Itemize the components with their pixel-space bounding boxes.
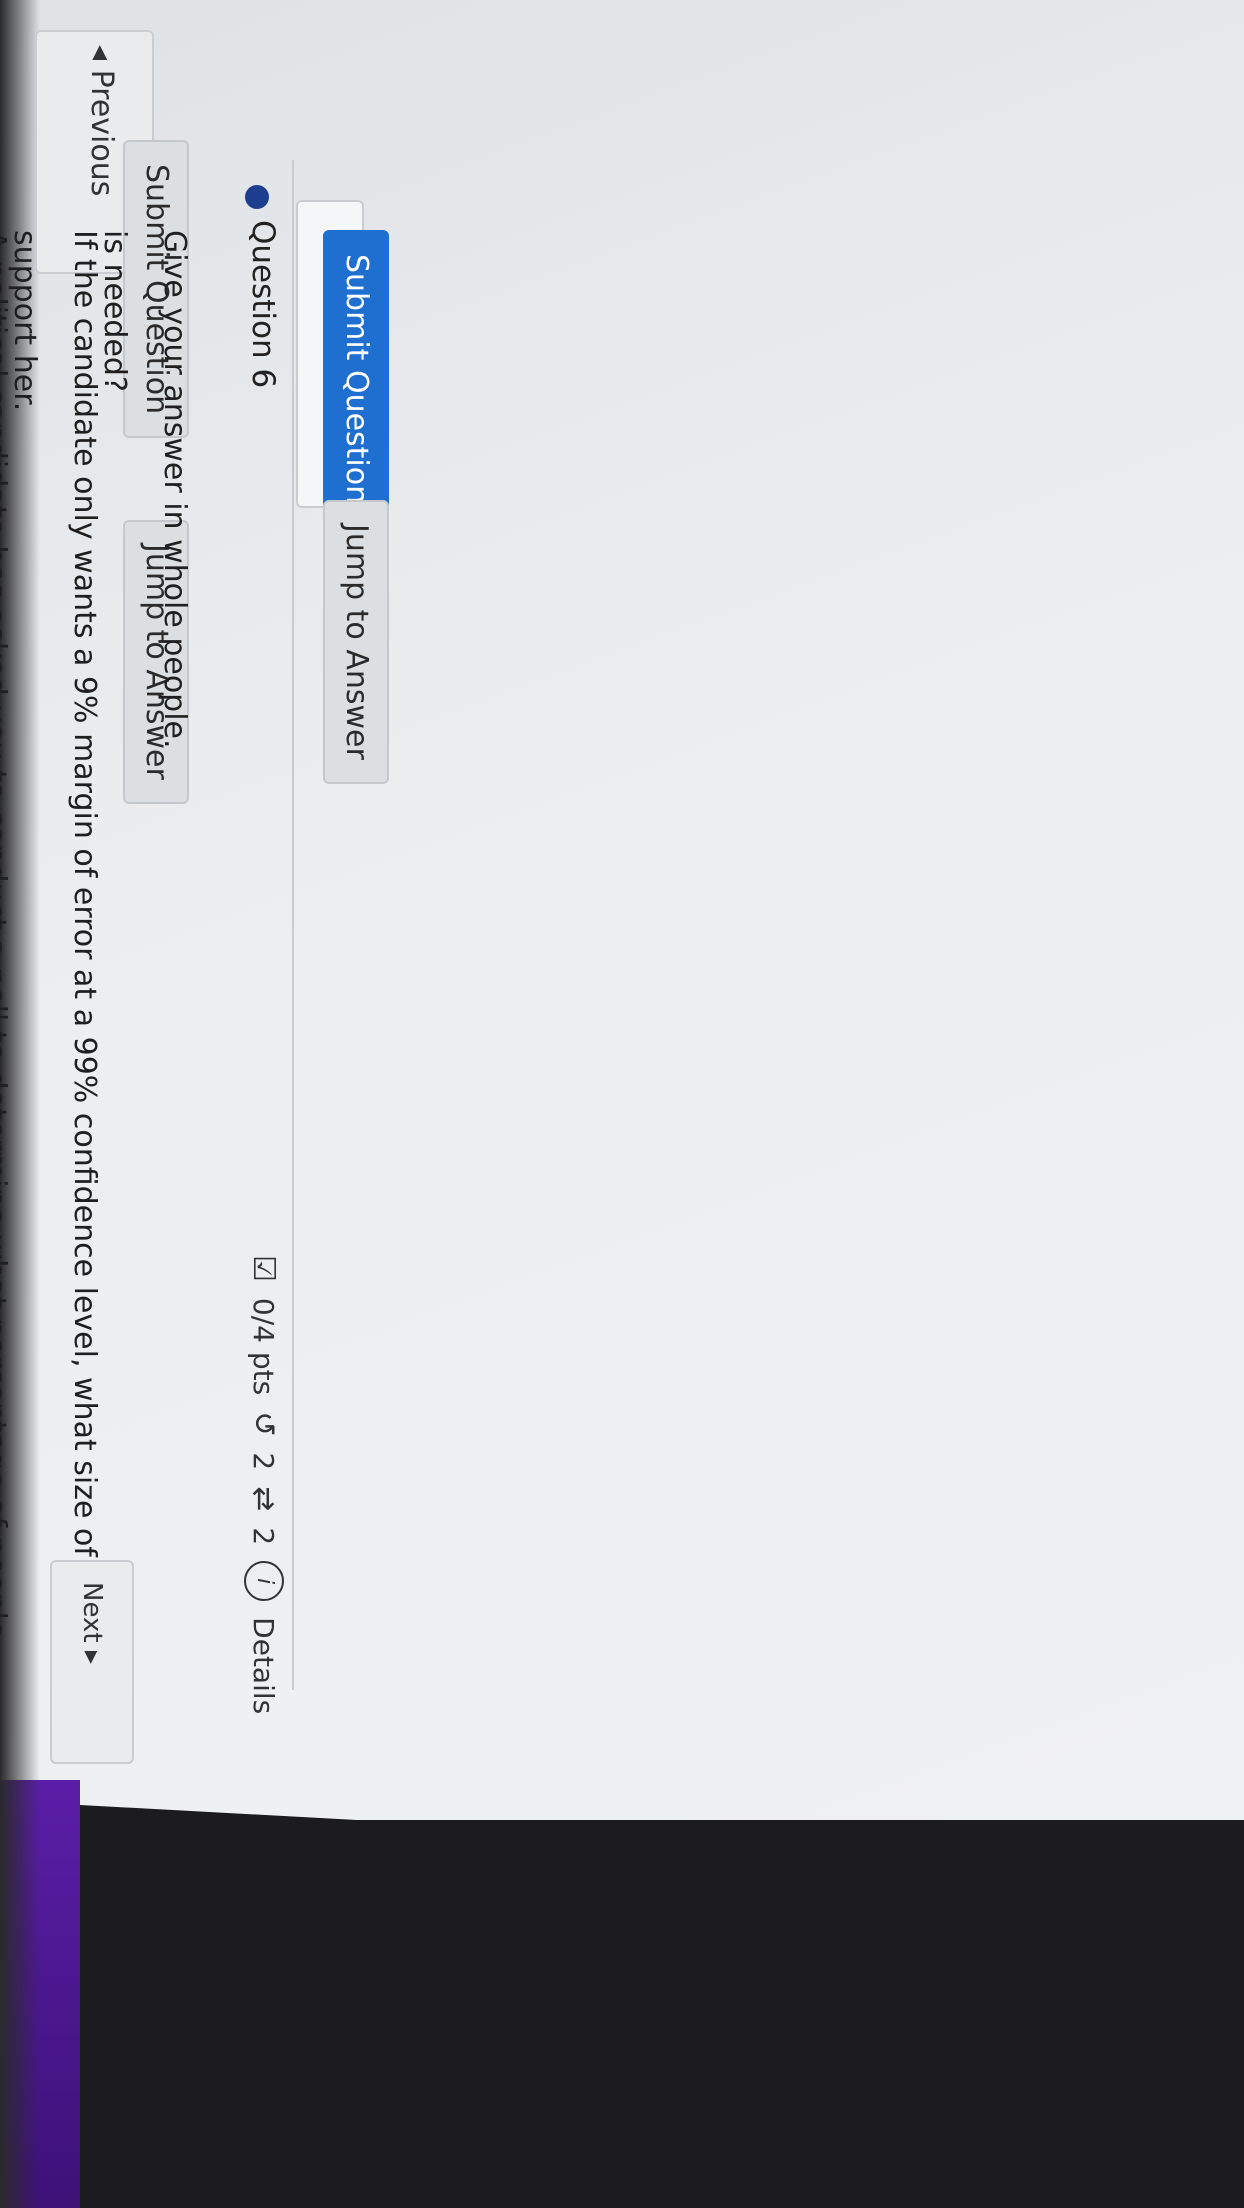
prompt-line-2: support her.	[7, 230, 42, 412]
top-divider	[292, 160, 294, 1690]
score-icon: ☑	[246, 1255, 282, 1282]
next-button[interactable]: Next ▸	[50, 1560, 134, 1764]
points: 0/4 pts	[247, 1297, 281, 1396]
previous-button[interactable]: ◂ Previous	[84, 45, 119, 196]
ask-line-2: is needed?	[97, 230, 132, 392]
question-page: ◂ Previous ☑ ✓ Submit Question Jump to A…	[0, 0, 1244, 1780]
info-icon[interactable]: i	[244, 1561, 284, 1602]
submit-question-button[interactable]: Submit Question	[323, 230, 389, 529]
attempts-count: 2	[247, 1527, 281, 1546]
question-status-dot	[245, 185, 269, 209]
question-title: Question 6	[245, 220, 281, 389]
attempts-icon: ⇄	[246, 1486, 282, 1512]
prompt-line-1: A political candidate has asked you to c…	[0, 230, 12, 1639]
retry-count: 2	[247, 1452, 281, 1471]
ask-line-1: If the candidate only wants a 9% margin …	[67, 230, 102, 1676]
retry-icon: ↺	[246, 1411, 282, 1437]
jump-to-answer-button[interactable]: Jump to Answer	[323, 500, 389, 784]
question-meta: ☑ 0/4 pts ↺ 2 ⇄ 2 i Details	[244, 1255, 284, 1714]
details-link[interactable]: Details	[248, 1617, 281, 1714]
instruction-text: Give your answer in whole people.	[157, 230, 192, 749]
